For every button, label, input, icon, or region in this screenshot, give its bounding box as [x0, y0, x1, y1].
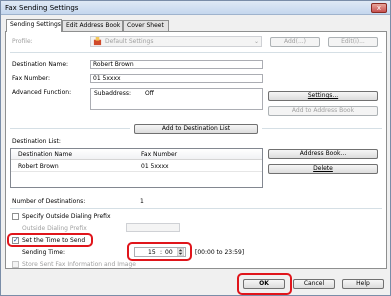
- table-row[interactable]: Robert Brown 01 5xxxx: [11, 161, 262, 172]
- row-fax-number: 01 5xxxx: [141, 163, 169, 170]
- address-book-button[interactable]: Address Book...: [268, 149, 378, 159]
- fax-number-label: Fax Number:: [12, 75, 51, 82]
- edit-profile-button[interactable]: Edit(i)...: [328, 37, 378, 47]
- chevron-down-icon: ⌄: [253, 38, 259, 45]
- close-button[interactable]: x: [371, 3, 387, 13]
- profile-value: Default Settings: [105, 38, 154, 45]
- list-header: Destination Name Fax Number: [11, 149, 262, 160]
- time-range-text: [00:00 to 23:59]: [195, 249, 245, 256]
- column-fax-number[interactable]: Fax Number: [141, 151, 177, 158]
- sending-time-label: Sending Time:: [22, 249, 66, 256]
- destination-name-label: Destination Name:: [12, 61, 69, 68]
- store-sent-fax-checkbox[interactable]: [12, 261, 19, 268]
- add-to-destination-list-button[interactable]: Add to Destination List: [134, 124, 258, 134]
- add-profile-button[interactable]: Add(...): [270, 37, 320, 47]
- help-button[interactable]: Help: [342, 279, 384, 289]
- ok-highlight: [237, 273, 292, 295]
- divider: [10, 208, 382, 209]
- destination-list[interactable]: Destination Name Fax Number Robert Brown…: [10, 148, 263, 188]
- column-destination-name[interactable]: Destination Name: [18, 151, 72, 158]
- add-to-address-book-button[interactable]: Add to Address Book: [268, 106, 378, 116]
- number-of-destinations-value: 1: [140, 198, 144, 205]
- cancel-button[interactable]: Cancel: [293, 279, 335, 289]
- close-icon: x: [376, 4, 382, 12]
- outside-prefix-label: Specify Outside Dialing Prefix: [22, 213, 111, 220]
- outside-prefix-field-label: Outside Dialing Prefix: [22, 225, 87, 232]
- settings-button[interactable]: Settings...: [268, 91, 378, 101]
- store-sent-fax-label: Store Sent Fax Information and Image: [22, 261, 136, 268]
- subaddress-label: Subaddress:: [94, 90, 132, 97]
- fax-profile-icon: [93, 37, 102, 46]
- number-of-destinations-label: Number of Destinations:: [12, 198, 86, 205]
- row-destination-name: Robert Brown: [18, 163, 59, 170]
- sending-time-highlight: [127, 242, 192, 261]
- fax-number-input[interactable]: 01 5xxxx: [90, 74, 263, 83]
- set-time-highlight: [7, 233, 93, 247]
- destination-name-input[interactable]: Robert Brown: [90, 60, 263, 69]
- fax-sending-settings-dialog: Fax Sending Settings x Sending Settings …: [0, 0, 391, 296]
- tab-cover-sheet[interactable]: Cover Sheet: [123, 20, 169, 31]
- advanced-function-label: Advanced Function:: [12, 89, 72, 96]
- outside-prefix-input[interactable]: [126, 223, 180, 232]
- advanced-function-box: Subaddress: Off: [90, 88, 263, 110]
- outside-prefix-checkbox[interactable]: [12, 213, 19, 220]
- destination-list-label: Destination List:: [12, 138, 61, 145]
- tab-edit-address-book[interactable]: Edit Address Book: [62, 20, 123, 31]
- divider: [262, 128, 382, 129]
- title-bar: Fax Sending Settings x: [1, 1, 390, 15]
- profile-select[interactable]: Default Settings ⌄: [90, 36, 262, 47]
- divider: [10, 52, 382, 53]
- divider: [10, 128, 130, 129]
- tab-sending-settings[interactable]: Sending Settings: [6, 19, 62, 32]
- delete-button[interactable]: Delete: [268, 164, 378, 174]
- window-title: Fax Sending Settings: [5, 4, 79, 12]
- subaddress-value: Off: [145, 90, 154, 97]
- sending-settings-panel: Profile: Default Settings ⌄ Add(...) Edi…: [5, 31, 387, 269]
- profile-label: Profile:: [12, 38, 33, 45]
